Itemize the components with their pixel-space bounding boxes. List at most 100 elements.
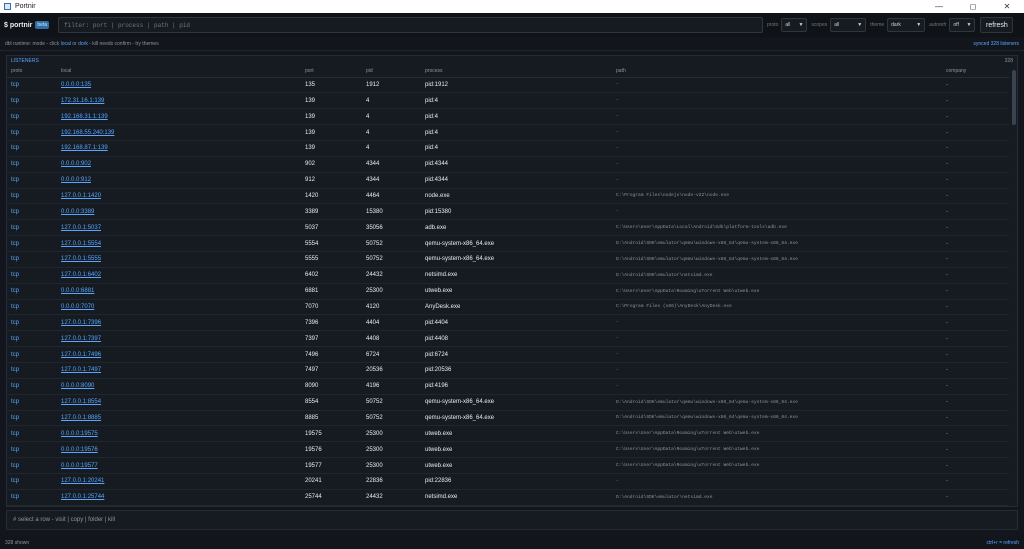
cell-path: C:\Users\User\AppData\Roaming\uTorrent W… [612,283,942,300]
table-row[interactable]: tcp 127.0.0.1:1420 1420 4464 node.exe C:\Prog… [7,188,1009,205]
brand: $ portnir beta [4,21,58,29]
cell-local[interactable]: 127.0.0.1:8885 [57,410,301,427]
table-row[interactable]: tcp 0.0.0.0:135 135 1912 pid:1912- - [7,77,1009,94]
maximize-icon[interactable]: ◻ [956,2,990,11]
cell-local[interactable]: 0.0.0.0:3389 [57,203,301,221]
cell-path: D:\Android\SDK\emulator\netsimd.exe [612,489,942,506]
cell-local[interactable]: 127.0.0.1:20241 [57,473,301,490]
window-title: Portnir [15,3,36,10]
cell-local[interactable]: 0.0.0.0:19575 [57,425,301,443]
table-row[interactable]: tcp 127.0.0.1:6402 6402 24432 netsimd.exe D:\… [7,267,1009,284]
cell-proto: tcp [7,314,57,332]
cell-pid: 24432 [362,489,421,506]
cell-local[interactable]: 0.0.0.0:135 [57,77,301,94]
col-proto[interactable]: proto [7,66,57,78]
table-row[interactable]: tcp 0.0.0.0:6881 6881 25300 utweb.exe C:\User… [7,283,1009,300]
col-port[interactable]: port [301,66,362,78]
col-path[interactable]: path [612,66,942,78]
action-bar: # select a row - visit | copy | folder |… [6,510,1018,530]
cell-local[interactable]: 0.0.0.0:902 [57,156,301,173]
cell-local[interactable]: 127.0.0.1:7397 [57,330,301,348]
table-row[interactable]: tcp 127.0.0.1:20241 20241 22836 pid:22836- - [7,473,1009,490]
cell-local[interactable]: 127.0.0.1:5554 [57,235,301,252]
cell-local[interactable]: 0.0.0.0:7070 [57,299,301,316]
cell-path: C:\Program Files (x86)\AnyDesk\AnyDesk.e… [612,299,942,316]
cell-local[interactable]: 127.0.0.1:7497 [57,362,301,379]
cell-proto: tcp [7,441,57,459]
cell-pid: 4344 [362,172,421,189]
table-row[interactable]: tcp 0.0.0.0:19575 19575 25300 utweb.exe C:\Us… [7,425,1009,443]
col-process[interactable]: process [421,66,612,78]
table-row[interactable]: tcp 127.0.0.1:7396 7396 4404 pid:4404- - [7,314,1009,332]
table-row[interactable]: tcp 0.0.0.0:19577 19577 25300 utweb.exe C:\Us… [7,457,1009,474]
cell-local[interactable]: 127.0.0.1:7396 [57,314,301,332]
chevron-down-icon: ▼ [857,22,863,28]
cell-local[interactable]: 127.0.0.1:5555 [57,251,301,268]
cell-pid: 50752 [362,251,421,268]
cell-port: 139 [301,124,362,141]
cell-local[interactable]: 127.0.0.1:5037 [57,219,301,237]
cell-process: adb.exe [421,219,612,237]
col-company[interactable]: company [942,66,1009,78]
minimize-icon[interactable]: — [922,2,956,11]
cell-pid: 22836 [362,473,421,490]
table-row[interactable]: tcp 172.31.16.1:139 139 4 pid:4- - [7,92,1009,110]
table-row[interactable]: tcp 0.0.0.0:7070 7070 4120 AnyDesk.exe C:\Pro… [7,299,1009,316]
table-row[interactable]: tcp 127.0.0.1:7496 7496 6724 pid:6724- - [7,346,1009,363]
cell-local[interactable]: 192.168.55.240:139 [57,124,301,141]
cell-local[interactable]: 127.0.0.1:25744 [57,489,301,506]
cell-company: - [942,410,1009,427]
scrollbar-thumb[interactable] [1012,70,1016,125]
cell-process: pid:4 [421,92,612,110]
table-row[interactable]: tcp 0.0.0.0:19576 19576 25300 utweb.exe C:\Us… [7,441,1009,459]
cell-process: qemu-system-x86_64.exe [421,394,612,411]
table-row[interactable]: tcp 0.0.0.0:902 902 4344 pid:4344- - [7,156,1009,173]
table-row[interactable]: tcp 127.0.0.1:5554 5554 50752 qemu-system-x8… [7,235,1009,252]
cell-local[interactable]: 192.168.31.1:139 [57,108,301,126]
cell-local[interactable]: 127.0.0.1:1420 [57,188,301,205]
cell-pid: 50752 [362,235,421,252]
table-row[interactable]: tcp 127.0.0.1:8885 8885 50752 qemu-system-x8… [7,410,1009,427]
cell-local[interactable]: 192.168.87.1:139 [57,140,301,157]
hint-link-local[interactable]: local [61,41,71,47]
theme-select[interactable]: dark ▼ [887,18,926,32]
cell-local[interactable]: 172.31.16.1:139 [57,92,301,110]
table-row[interactable]: tcp 0.0.0.0:3389 3389 15380 pid:15380- - [7,203,1009,221]
table-row[interactable]: tcp 127.0.0.1:5555 5555 50752 qemu-system-x8… [7,251,1009,268]
table-row[interactable]: tcp 0.0.0.0:912 912 4344 pid:4344- - [7,172,1009,189]
cell-local[interactable]: 0.0.0.0:19577 [57,457,301,474]
cell-process: qemu-system-x86_64.exe [421,251,612,268]
cell-local[interactable]: 127.0.0.1:7496 [57,346,301,363]
proto-select[interactable]: all ▼ [781,18,808,32]
table-row[interactable]: tcp 0.0.0.0:8090 8090 4196 pid:4196- - [7,378,1009,395]
table-row[interactable]: tcp 192.168.55.240:139 139 4 pid:4- - [7,124,1009,141]
cell-local[interactable]: 0.0.0.0:8090 [57,378,301,395]
table-row[interactable]: tcp 127.0.0.1:7497 7497 20536 pid:20536- - [7,362,1009,379]
autorefresh-select[interactable]: off ▼ [949,18,976,32]
col-local[interactable]: local [57,66,301,78]
table-row[interactable]: tcp 192.168.87.1:139 139 4 pid:4- - [7,140,1009,157]
cell-proto: tcp [7,92,57,110]
cell-local[interactable]: 127.0.0.1:6402 [57,267,301,284]
close-icon[interactable]: ✕ [990,2,1024,11]
filter-input[interactable] [58,17,763,33]
cell-local[interactable]: 127.0.0.1:8554 [57,394,301,411]
scopes-select[interactable]: all ▼ [830,18,867,32]
table-row[interactable]: tcp 192.168.31.1:139 139 4 pid:4- - [7,108,1009,126]
col-pid[interactable]: pid [362,66,421,78]
hint-link-dork[interactable]: dork [78,41,88,47]
cell-local[interactable]: 0.0.0.0:19576 [57,441,301,459]
table-row[interactable]: tcp 127.0.0.1:5037 5037 35056 adb.exe C:\User… [7,219,1009,237]
theme-select-group: theme dark ▼ [870,18,926,32]
scrollbar[interactable] [1011,66,1017,506]
cell-proto: tcp [7,188,57,205]
cell-local[interactable]: 0.0.0.0:6881 [57,283,301,300]
refresh-button[interactable]: refresh [980,17,1014,33]
table-body: tcp 0.0.0.0:135 135 1912 pid:1912- - tcp 172.31… [7,77,1009,506]
table-row[interactable]: tcp 127.0.0.1:25744 25744 24432 netsimd.exe D… [7,489,1009,506]
cell-proto: tcp [7,425,57,443]
table-row[interactable]: tcp 127.0.0.1:8554 8554 50752 qemu-system-x8… [7,394,1009,411]
cell-local[interactable]: 0.0.0.0:912 [57,172,301,189]
table-row[interactable]: tcp 127.0.0.1:7397 7397 4408 pid:4408- - [7,330,1009,348]
cell-pid: 4 [362,108,421,126]
